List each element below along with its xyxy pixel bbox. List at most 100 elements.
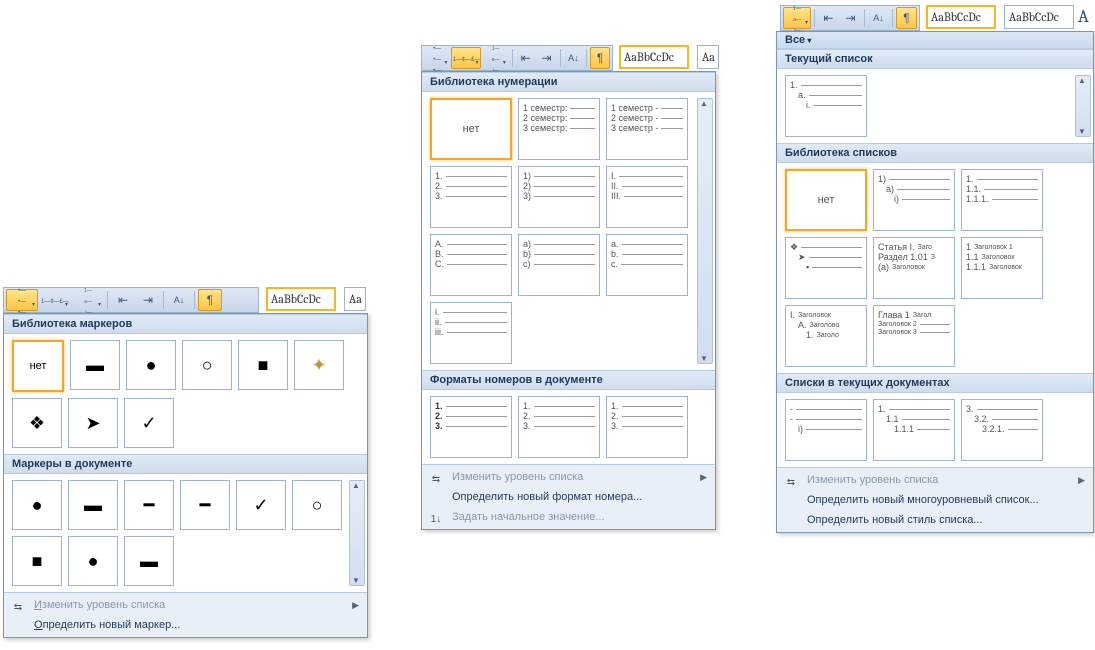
bullet-arrow[interactable]: ➤ — [68, 398, 118, 448]
bullet-club[interactable]: ✦ — [294, 340, 344, 390]
num-upper-alpha[interactable]: A. B. C. — [430, 234, 512, 296]
bullet-circle[interactable]: ○ — [182, 340, 232, 390]
multilevel-all-dropdown[interactable]: Все — [777, 32, 1093, 49]
scrollbar-3[interactable] — [1075, 75, 1091, 137]
menu-change-level-2: ⇆ Изменить уровень списка▶ — [422, 467, 715, 487]
bullets-button[interactable] — [6, 289, 38, 311]
section-bullet-library: Библиотека маркеров — [4, 314, 367, 334]
bullets-button-2[interactable] — [424, 47, 450, 69]
numbering-gallery-panel: Библиотека нумерации нет 1 семестр: 2 се… — [421, 71, 716, 530]
num-semestr-dash[interactable]: 1 семестр - 2 семестр - 3 семестр - — [606, 98, 688, 160]
menu-define-multilevel[interactable]: Определить новый многоуровневый список..… — [777, 490, 1093, 510]
increase-indent-button[interactable] — [136, 289, 160, 311]
menu-define-new-bullet[interactable]: Определить новый маркер... — [4, 615, 367, 635]
style-item-3b[interactable]: AaBbCcDc — [1004, 5, 1074, 29]
ml-doc-b[interactable]: 1. 1.1 1.1.1 — [873, 399, 955, 461]
scrollbar-2[interactable] — [697, 98, 713, 364]
section-numbering-library: Библиотека нумерации — [422, 72, 715, 92]
section-num-doc: Форматы номеров в документе — [422, 370, 715, 390]
decrease-indent-2[interactable] — [516, 47, 536, 69]
numbering-library-grid: нет 1 семестр: 2 семестр: 3 семестр: 1 с… — [422, 92, 715, 370]
doc-bullet-disc2[interactable]: ● — [68, 536, 118, 586]
indent-icon: ⇆ — [10, 599, 26, 615]
sort-button[interactable] — [167, 289, 191, 311]
decrease-indent-button[interactable] — [111, 289, 135, 311]
menu-change-level-3: ⇆ Изменить уровень списка▶ — [777, 470, 1093, 490]
bullet-dash[interactable]: ▬ — [70, 340, 120, 390]
ml-decimal[interactable]: 1. 1.1. 1.1.1. — [961, 169, 1043, 231]
multilevel-button-2[interactable] — [482, 47, 508, 69]
doc-bullet-dash2[interactable]: ▬ — [124, 536, 174, 586]
multilevel-button[interactable] — [72, 289, 104, 311]
bullet-square[interactable]: ■ — [238, 340, 288, 390]
ribbon-para-1 — [3, 287, 259, 313]
style-item-3a[interactable]: AaBbCcDc — [926, 5, 996, 29]
ml-heading-num[interactable]: 1Заголовок 1 1.1Заголовок 1.1.1Заголовок — [961, 237, 1043, 299]
ml-chapter[interactable]: Глава 1Загол Заголовок 2 Заголовок 3 — [873, 305, 955, 367]
show-marks-button[interactable] — [198, 289, 222, 311]
menu-set-start-value: 1↓ Задать начальное значение... — [422, 507, 715, 527]
ml-article[interactable]: Статья I.Заго Раздел 1.01З (a)Заголовок — [873, 237, 955, 299]
style-item-2a[interactable]: AaBbCcDc — [619, 45, 689, 69]
ml-roman-alpha[interactable]: I.Заголовок A.Заголово 1.Заголо — [785, 305, 867, 367]
section-current-list: Текущий список — [777, 49, 1093, 69]
doc-bullet-line2[interactable]: ━ — [180, 480, 230, 530]
start-icon: 1↓ — [428, 511, 444, 527]
multilevel-button-3[interactable] — [783, 7, 811, 29]
menu-change-list-level: ⇆ Изменить уровень списка ▶ — [4, 595, 367, 615]
bullet-check[interactable]: ✓ — [124, 398, 174, 448]
ml-none[interactable]: нет — [785, 169, 867, 231]
doc-bullet-disc[interactable]: ● — [12, 480, 62, 530]
num-lower-roman[interactable]: i. ii. iii. — [430, 302, 512, 364]
ml-bullets[interactable]: ❖ ➤ ▪ — [785, 237, 867, 299]
section-list-library: Библиотека списков — [777, 143, 1093, 163]
big-a-label: A — [1078, 6, 1089, 27]
decrease-indent-3[interactable] — [818, 7, 839, 29]
ml-doc-c[interactable]: 3. 3.2. 3.2.1. — [961, 399, 1043, 461]
ml-current[interactable]: 1. a. i. — [785, 75, 867, 137]
sort-button-3[interactable] — [868, 7, 889, 29]
increase-indent-2[interactable] — [537, 47, 557, 69]
num-none[interactable]: нет — [430, 98, 512, 160]
num-paren[interactable]: 1) 2) 3) — [518, 166, 600, 228]
menu-define-list-style[interactable]: Определить новый стиль списка... — [777, 510, 1093, 530]
doc-bullet-line[interactable]: ━ — [124, 480, 174, 530]
ml-doc-a[interactable]: - - i) — [785, 399, 867, 461]
num-doc-b[interactable]: 1. 2. 3. — [518, 396, 600, 458]
current-list-grid: 1. a. i. — [777, 69, 1093, 143]
ml-paren[interactable]: 1) a) i) — [873, 169, 955, 231]
bullet-none[interactable]: нет — [12, 340, 64, 392]
list-library-grid: нет 1) a) i) 1. 1.1. 1.1.1. ❖ ➤ ▪ Статья… — [777, 163, 1093, 373]
doc-bullet-square[interactable]: ■ — [12, 536, 62, 586]
doc-bullet-circle[interactable]: ○ — [292, 480, 342, 530]
bullet-disc[interactable]: ● — [126, 340, 176, 390]
num-roman[interactable]: I. II. III. — [606, 166, 688, 228]
num-lower-alpha-paren[interactable]: a) b) c) — [518, 234, 600, 296]
numbering-button[interactable] — [39, 289, 71, 311]
bullet-diamond4[interactable]: ❖ — [12, 398, 62, 448]
doc-bullet-dash[interactable]: ▬ — [68, 480, 118, 530]
menu-define-number-format[interactable]: Определить новый формат номера... — [422, 487, 715, 507]
indent-icon: ⇆ — [428, 471, 444, 487]
show-marks-2[interactable] — [590, 47, 610, 69]
num-doc-c[interactable]: 1. 2. 3. — [606, 396, 688, 458]
multilevel-gallery-panel: Все Текущий список 1. a. i. Библиотека с… — [776, 31, 1094, 533]
style-item-1[interactable]: AaBbCcDc — [266, 287, 336, 311]
show-marks-3[interactable] — [896, 7, 917, 29]
num-lower-alpha-dot[interactable]: a. b. c. — [606, 234, 688, 296]
section-bullets-in-doc: Маркеры в документе — [4, 454, 367, 474]
sort-button-2[interactable] — [563, 47, 583, 69]
increase-indent-3[interactable] — [840, 7, 861, 29]
doc-bullet-check[interactable]: ✓ — [236, 480, 286, 530]
num-semestr-colon[interactable]: 1 семестр: 2 семестр: 3 семестр: — [518, 98, 600, 160]
multilevel-menu: ⇆ Изменить уровень списка▶ Определить но… — [777, 467, 1093, 532]
indent-icon: ⇆ — [783, 474, 799, 490]
style-item-2[interactable]: Aa — [344, 287, 366, 311]
section-lists-in-doc: Списки в текущих документах — [777, 373, 1093, 393]
scrollbar[interactable] — [349, 480, 365, 586]
style-item-2b[interactable]: Aa — [697, 45, 719, 69]
num-dot[interactable]: 1. 2. 3. — [430, 166, 512, 228]
ribbon-para-3 — [780, 5, 920, 31]
num-doc-a[interactable]: 1. 2. 3. — [430, 396, 512, 458]
numbering-button-2[interactable] — [451, 47, 481, 69]
